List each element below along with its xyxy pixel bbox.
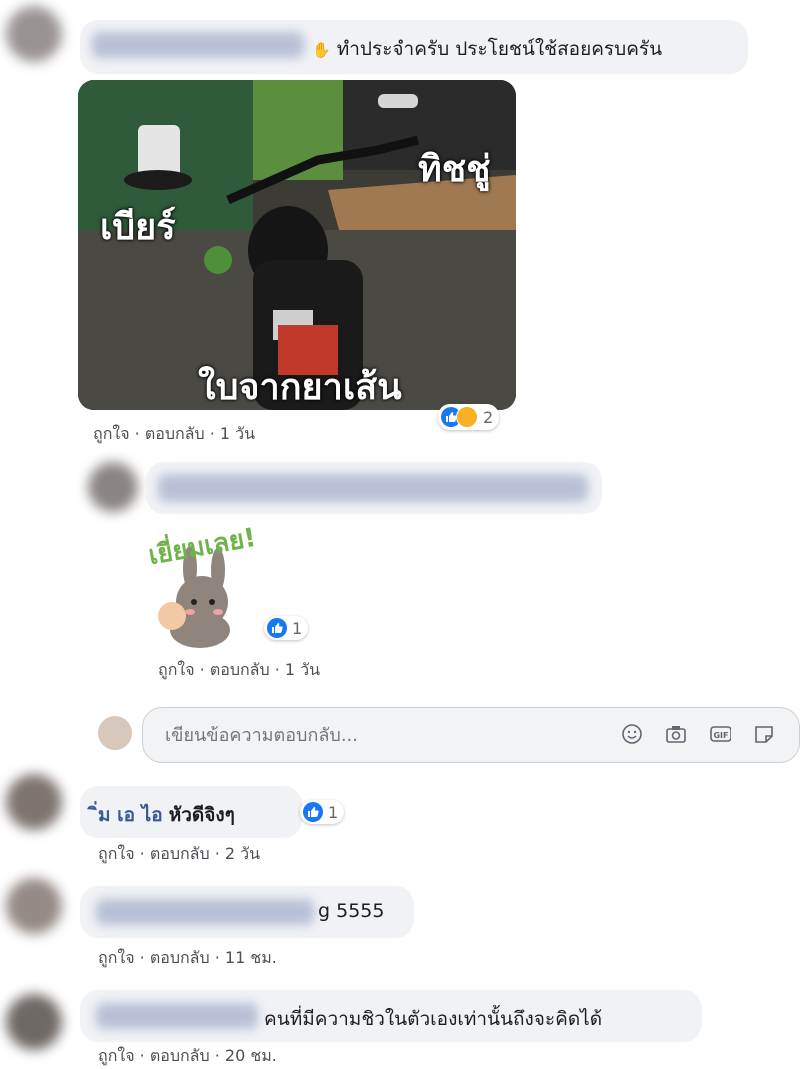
comment-actions: ถูกใจ · ตอบกลับ · 1 วัน [93,422,255,447]
reaction-count[interactable]: 1 [264,616,309,640]
comment-actions: ถูกใจ · ตอบกลับ · 11 ชม. [98,946,277,971]
timestamp[interactable]: 11 ชม. [225,946,277,971]
like-link[interactable]: ถูกใจ [93,422,130,447]
like-link[interactable]: ถูกใจ [158,658,195,683]
svg-text:GIF: GIF [713,731,728,740]
author-name[interactable]: ิ่ม เอ ไอ [98,804,163,826]
caption-beer: เบียร์ [100,207,176,248]
sticker-icon[interactable] [753,723,775,745]
like-link[interactable]: ถูกใจ [98,842,135,867]
comment-text: ✋ ทำประจำครับ ประโยชน์ใช้สอยครบครัน [312,38,663,60]
timestamp[interactable]: 1 วัน [220,422,255,447]
comment-text: g 5555 [318,900,385,922]
comment-actions: ถูกใจ · ตอบกลับ · 2 วัน [98,842,260,867]
like-link[interactable]: ถูกใจ [98,946,135,971]
caption-leaf: ใบจากยาเส้น [198,367,402,408]
timestamp[interactable]: 20 ชม. [225,1044,277,1069]
reaction-count[interactable]: 2 [438,404,500,430]
like-reaction-icon [267,618,287,638]
comment-actions: ถูกใจ · ตอบกลับ · 20 ชม. [98,1044,277,1069]
haha-reaction-icon [456,406,478,428]
reply-link[interactable]: ตอบกลับ [210,658,270,683]
like-link[interactable]: ถูกใจ [98,1044,135,1069]
reply-link[interactable]: ตอบกลับ [150,1044,210,1069]
current-user-avatar [98,716,132,750]
camera-icon[interactable] [665,723,687,745]
comment-text: ิ่ม เอ ไอ หัวดีจิงๆ [98,804,235,826]
timestamp[interactable]: 2 วัน [225,842,260,867]
sticker[interactable]: เยี่ยมเลย! [140,520,280,652]
avatar[interactable] [6,6,62,62]
author-name[interactable] [96,899,314,925]
comment-photo[interactable]: เบียร์ ทิชชู่ ใบจากยาเส้น [78,80,516,410]
author-name[interactable] [158,474,588,502]
author-name[interactable] [92,32,304,58]
reply-link[interactable]: ตอบกลับ [150,842,210,867]
reaction-count[interactable]: 1 [300,800,345,824]
reply-link[interactable]: ตอบกลับ [145,422,205,447]
comment-text: คนที่มีความชิวในตัวเองเท่านั้นถึงจะคิดได… [264,1008,603,1030]
reply-box[interactable]: GIF [142,707,800,763]
reply-input[interactable] [163,720,607,750]
avatar[interactable] [6,774,62,830]
gif-icon[interactable]: GIF [709,723,731,745]
timestamp[interactable]: 1 วัน [285,658,320,683]
emoji-icon[interactable] [621,723,643,745]
avatar[interactable] [6,994,62,1050]
like-reaction-icon [303,802,323,822]
caption-tissue: ทิชชู่ [418,149,491,190]
reply-link[interactable]: ตอบกลับ [150,946,210,971]
wave-icon: ✋ [312,41,331,59]
avatar[interactable] [88,462,138,512]
comment-actions: ถูกใจ · ตอบกลับ · 1 วัน [158,658,320,683]
author-name[interactable] [96,1003,258,1029]
avatar[interactable] [6,878,62,934]
